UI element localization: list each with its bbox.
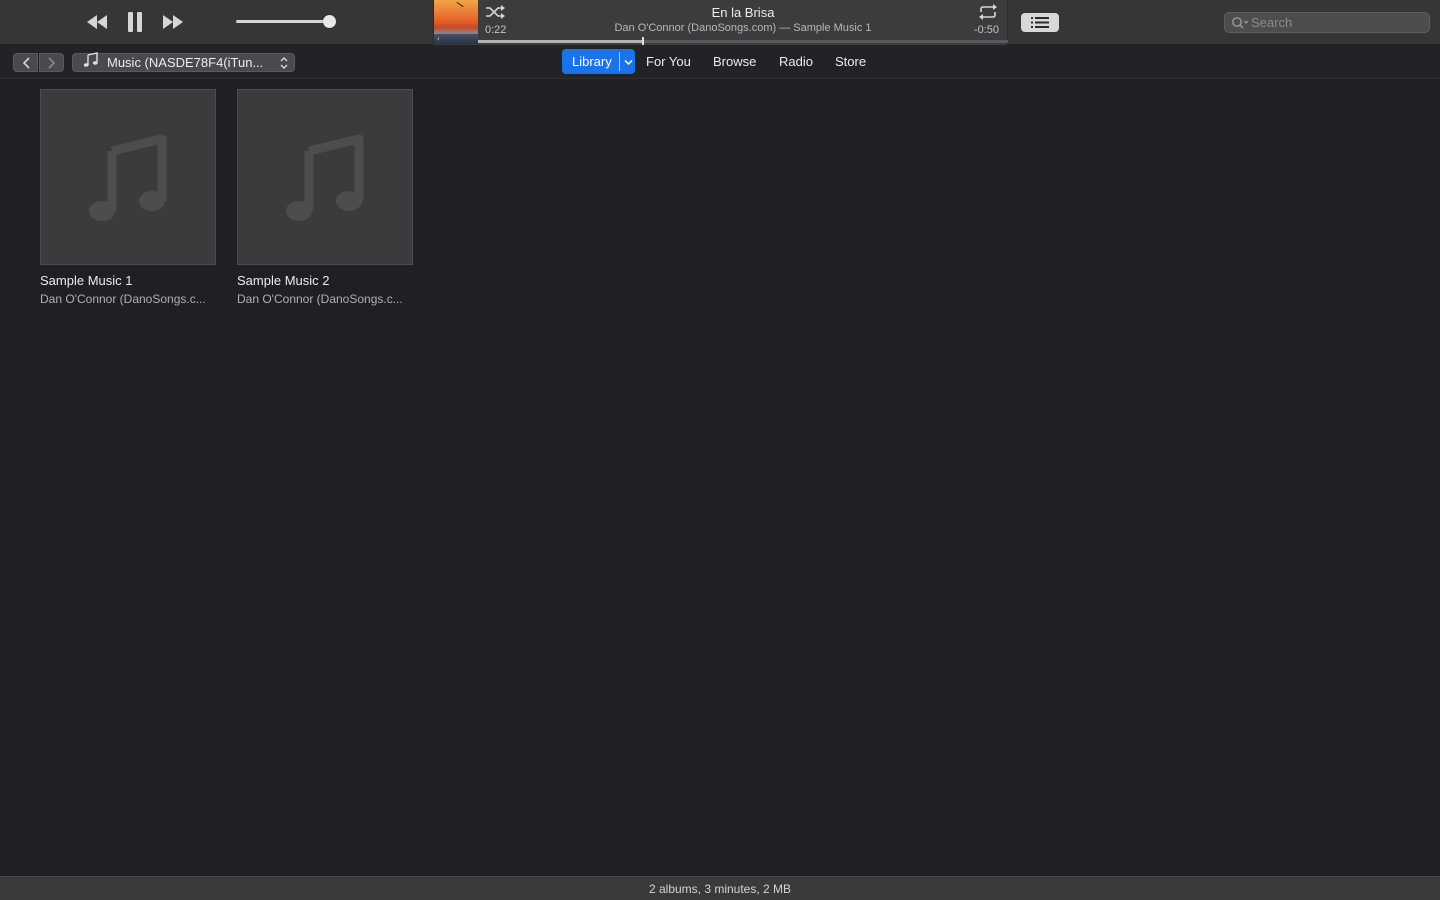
library-summary: 2 albums, 3 minutes, 2 MB xyxy=(648,882,792,896)
music-note-icon xyxy=(286,134,364,221)
elapsed-time: 0:22 xyxy=(485,24,507,36)
album-art-placeholder[interactable] xyxy=(237,89,413,265)
navigation-bar: Music (NASDE78F4(iTun... Library For You… xyxy=(0,45,1440,79)
toolbar: ♪ En la Brisa Dan O'Connor (DanoSongs.co… xyxy=(0,0,1440,45)
tab-radio[interactable]: Radio xyxy=(779,54,813,69)
pause-icon xyxy=(128,12,142,32)
chevron-left-icon xyxy=(22,56,30,69)
fast-forward-button[interactable] xyxy=(160,12,186,32)
progress-knob[interactable] xyxy=(642,37,644,45)
search-field[interactable] xyxy=(1224,12,1430,33)
artwork-bird xyxy=(456,1,464,8)
now-playing-display: ♪ En la Brisa Dan O'Connor (DanoSongs.co… xyxy=(433,0,1008,45)
media-source-selector[interactable]: Music (NASDE78F4(iTun... xyxy=(72,52,295,75)
album-tile[interactable]: Sample Music 2 Dan O'Connor (DanoSongs.c… xyxy=(237,89,413,306)
search-input[interactable] xyxy=(1251,13,1426,32)
repeat-icon xyxy=(979,4,997,20)
remaining-time[interactable]: -0:50 xyxy=(974,24,999,36)
tab-library-label: Library xyxy=(572,54,612,69)
album-art-placeholder[interactable] xyxy=(40,89,216,265)
music-note-icon xyxy=(83,52,99,73)
progress-fill xyxy=(478,40,642,43)
media-source-label: Music (NASDE78F4(iTun... xyxy=(107,55,264,70)
volume-slider-track[interactable] xyxy=(236,20,332,23)
tab-library[interactable]: Library xyxy=(562,49,635,74)
fast-forward-icon xyxy=(163,15,183,29)
list-icon xyxy=(1031,17,1049,28)
album-tile[interactable]: Sample Music 1 Dan O'Connor (DanoSongs.c… xyxy=(40,89,216,306)
music-note-icon xyxy=(89,134,167,221)
artwork-band: ♪ xyxy=(434,34,478,44)
back-button[interactable] xyxy=(13,53,38,72)
album-title: Sample Music 1 xyxy=(40,273,133,288)
album-artwork[interactable]: ♪ xyxy=(434,0,478,44)
status-bar: 2 albums, 3 minutes, 2 MB xyxy=(0,876,1440,900)
pause-button[interactable] xyxy=(126,10,144,34)
repeat-button[interactable] xyxy=(977,4,999,20)
album-artist: Dan O'Connor (DanoSongs.c... xyxy=(237,292,403,306)
up-next-button[interactable] xyxy=(1021,13,1059,32)
song-subtitle: Dan O'Connor (DanoSongs.com) — Sample Mu… xyxy=(614,22,872,34)
chevron-right-icon xyxy=(47,56,55,69)
tab-store[interactable]: Store xyxy=(835,54,866,69)
chevron-down-icon[interactable] xyxy=(624,53,633,71)
tab-for-you[interactable]: For You xyxy=(646,54,691,69)
volume-slider-knob[interactable] xyxy=(323,15,336,28)
up-down-chevron-icon xyxy=(279,56,289,75)
tab-browse[interactable]: Browse xyxy=(713,54,756,69)
search-icon xyxy=(1231,16,1249,35)
song-title: En la Brisa xyxy=(711,5,775,20)
rewind-icon xyxy=(87,15,107,29)
rewind-button[interactable] xyxy=(84,12,110,32)
album-artist: Dan O'Connor (DanoSongs.c... xyxy=(40,292,206,306)
forward-button[interactable] xyxy=(39,53,64,72)
progress-bar[interactable] xyxy=(478,37,1008,45)
album-title: Sample Music 2 xyxy=(237,273,330,288)
tab-library-divider xyxy=(619,52,620,71)
